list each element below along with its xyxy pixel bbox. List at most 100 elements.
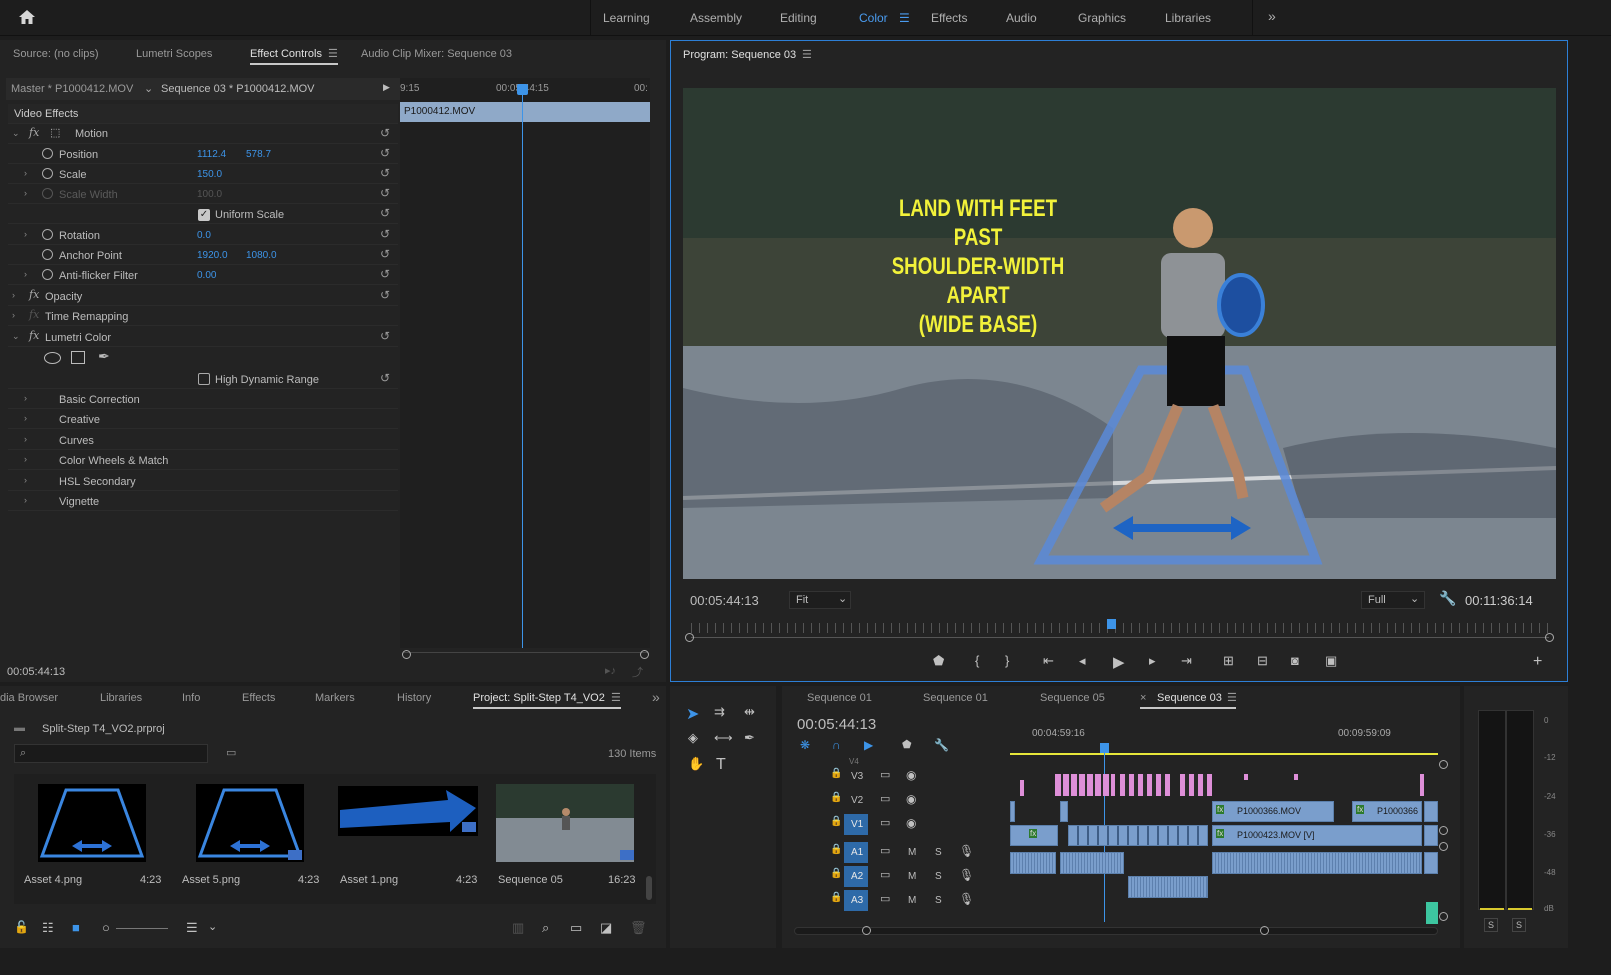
lumetri-section-basic[interactable]: › Basic Correction [8, 389, 398, 409]
expand-chevron-icon[interactable]: › [12, 290, 15, 300]
v2-clip[interactable] [1060, 801, 1068, 822]
track-scroll-handle[interactable] [1439, 826, 1448, 835]
list-view-icon[interactable]: ☷ [42, 920, 54, 936]
transform-icon[interactable]: ⬚ [50, 126, 60, 139]
toggle-sync-lock-icon[interactable]: ▭ [880, 868, 890, 881]
a2-clip[interactable] [1128, 876, 1208, 898]
a1-clip[interactable] [1424, 852, 1438, 874]
zoom-handle[interactable] [1260, 926, 1269, 935]
rotation-value[interactable]: 0.0 [197, 230, 211, 241]
add-button-icon[interactable]: + [1533, 653, 1542, 671]
workspace-libraries[interactable]: Libraries [1165, 11, 1211, 25]
grid-scrollbar[interactable] [646, 876, 652, 900]
asset-tile[interactable]: Asset 1.png 4:23 [330, 774, 486, 894]
rectangle-mask-icon[interactable] [71, 351, 85, 364]
collapse-chevron-icon[interactable]: ⌄ [12, 331, 20, 342]
play-audio-icon[interactable]: ▸♪ [605, 664, 616, 677]
track-label-a3[interactable]: A3 [851, 895, 863, 906]
stopwatch-icon[interactable] [42, 269, 53, 280]
toggle-sync-lock-icon[interactable]: ▭ [880, 768, 890, 781]
lock-icon[interactable]: 🔒 [830, 816, 842, 827]
toggle-sync-lock-icon[interactable]: ▭ [880, 816, 890, 829]
a3-clip[interactable] [1426, 902, 1438, 924]
tab-lumetri-scopes[interactable]: Lumetri Scopes [136, 48, 212, 60]
lift-icon[interactable]: ⊞ [1223, 653, 1234, 669]
asset-tile[interactable]: Asset 5.png 4:23 [172, 774, 328, 894]
expand-chevron-icon[interactable]: › [24, 168, 27, 178]
tab-source[interactable]: Source: (no clips) [13, 48, 99, 60]
new-search-bin-icon[interactable]: ▭ [226, 746, 236, 759]
expand-chevron-icon[interactable]: › [24, 454, 27, 464]
sort-icon[interactable]: ☰ [186, 920, 198, 936]
play-triangle-icon[interactable]: ▶ [383, 82, 390, 93]
reset-icon[interactable]: ↺ [380, 329, 390, 343]
work-area-bar[interactable] [1010, 753, 1438, 755]
lock-icon[interactable]: 🔒 [830, 792, 842, 803]
toggle-sync-lock-icon[interactable]: ▭ [880, 844, 890, 857]
more-panels-icon[interactable]: » [652, 689, 660, 705]
a1-clip[interactable] [1010, 852, 1056, 874]
v2-clip[interactable] [1010, 801, 1015, 822]
track-label-v1[interactable]: V1 [851, 819, 863, 830]
tab-audio-clip-mixer[interactable]: Audio Clip Mixer: Sequence 03 [361, 48, 512, 60]
time-remapping-row[interactable]: › fx Time Remapping [8, 306, 398, 326]
track-label-v2[interactable]: V2 [851, 795, 863, 806]
expand-chevron-icon[interactable]: › [24, 269, 27, 279]
tab-sequence-01[interactable]: Sequence 01 [807, 692, 872, 704]
project-search-input[interactable]: ⌕ [14, 744, 208, 763]
timeline-zoom-bar[interactable] [794, 927, 1438, 935]
reset-icon[interactable]: ↺ [380, 186, 390, 200]
zoom-bar[interactable] [691, 637, 1549, 638]
anti-flicker-value[interactable]: 0.00 [197, 270, 216, 281]
tab-markers[interactable]: Markers [315, 692, 355, 704]
panel-menu-icon[interactable]: ☰ [1227, 691, 1237, 704]
zoom-slider-icon[interactable]: ○ [102, 920, 110, 935]
tab-info[interactable]: Info [182, 692, 200, 704]
expand-chevron-icon[interactable]: › [24, 393, 27, 403]
scroll-handle[interactable] [685, 633, 694, 642]
timeline-timecode[interactable]: 00:05:44:13 [797, 716, 876, 733]
eye-icon[interactable]: ◉ [906, 792, 916, 806]
anchor-x-value[interactable]: 1920.0 [197, 250, 228, 261]
workspace-graphics[interactable]: Graphics [1078, 11, 1126, 25]
solo-button[interactable]: S [935, 895, 942, 906]
v2-clip[interactable]: fx P1000366 [1352, 801, 1422, 822]
add-marker-icon[interactable]: ⬟ [902, 738, 912, 751]
solo-button[interactable]: S [935, 871, 942, 882]
workspace-learning[interactable]: Learning [603, 11, 650, 25]
reset-icon[interactable]: ↺ [380, 371, 390, 385]
scroll-handle[interactable] [402, 650, 411, 659]
expand-chevron-icon[interactable]: › [24, 434, 27, 444]
ec-scrollbar[interactable] [404, 652, 648, 658]
track-label-a2[interactable]: A2 [851, 871, 863, 882]
ec-playhead[interactable] [522, 86, 523, 648]
graphic-clip[interactable] [1020, 780, 1024, 796]
extract-icon[interactable]: ⊟ [1257, 653, 1268, 669]
pen-mask-icon[interactable]: ✒ [98, 348, 110, 365]
asset-tile[interactable]: Sequence 05 16:23 [488, 774, 644, 894]
graphic-clip[interactable] [1055, 774, 1115, 796]
expand-chevron-icon[interactable]: › [24, 495, 27, 505]
program-timecode[interactable]: 00:05:44:13 [690, 593, 759, 608]
reset-icon[interactable]: ↺ [380, 247, 390, 261]
lumetri-section-creative[interactable]: › Creative [8, 409, 398, 429]
fx-icon[interactable]: fx [29, 288, 39, 301]
fx-icon[interactable]: fx [29, 329, 39, 342]
scroll-handle[interactable] [1545, 633, 1554, 642]
zoom-handle[interactable] [862, 926, 871, 935]
tab-sequence-03[interactable]: Sequence 03 [1157, 692, 1222, 704]
solo-button[interactable]: S [935, 847, 942, 858]
chevron-down-icon[interactable]: ⌄ [208, 920, 217, 933]
scale-value[interactable]: 150.0 [197, 169, 222, 180]
hand-tool-icon[interactable]: ✋ [688, 756, 704, 772]
scroll-handle[interactable] [640, 650, 649, 659]
ripple-edit-tool-icon[interactable]: ⇹ [744, 704, 755, 720]
lumetri-section-wheels[interactable]: › Color Wheels & Match [8, 450, 398, 470]
selection-tool-icon[interactable]: ➤ [686, 704, 699, 724]
reset-icon[interactable]: ↺ [380, 227, 390, 241]
graphic-clip[interactable] [1180, 774, 1212, 796]
comparison-view-icon[interactable]: ▣ [1325, 653, 1337, 669]
track-label-v3[interactable]: V3 [851, 771, 863, 782]
track-scroll-handle[interactable] [1439, 842, 1448, 851]
workspace-audio[interactable]: Audio [1006, 11, 1037, 25]
